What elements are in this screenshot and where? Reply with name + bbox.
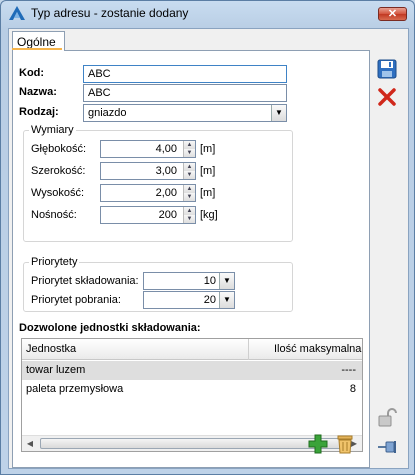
spin-down-icon[interactable]: ▼ bbox=[184, 193, 195, 201]
dialog-window: Typ adresu - zostanie dodany ✕ Kod: ABC … bbox=[0, 0, 415, 475]
spin-up-icon[interactable]: ▲ bbox=[184, 163, 195, 171]
rodzaj-value: gniazdo bbox=[88, 107, 127, 119]
wysokosc-field[interactable]: 2,00 ▲ ▼ bbox=[100, 184, 196, 202]
rodzaj-label: Rodzaj: bbox=[19, 106, 59, 118]
jednostki-title: Dozwolone jednostki składowania: bbox=[19, 322, 201, 334]
column-separator[interactable] bbox=[248, 339, 249, 360]
wysokosc-unit: [m] bbox=[200, 187, 216, 199]
chevron-down-icon[interactable]: ▼ bbox=[219, 292, 234, 308]
cell-ilosc: ---- bbox=[341, 364, 356, 376]
wymiary-title: Wymiary bbox=[29, 124, 76, 136]
priorytety-title: Priorytety bbox=[29, 256, 80, 268]
chevron-down-icon[interactable]: ▼ bbox=[271, 105, 286, 121]
chevron-down-icon[interactable]: ▼ bbox=[219, 273, 234, 289]
priorytet-skladowania-value: 10 bbox=[203, 275, 216, 287]
spin-down-icon[interactable]: ▼ bbox=[184, 171, 195, 179]
scroll-left-icon[interactable]: ◀ bbox=[22, 436, 38, 451]
cancel-icon bbox=[378, 88, 396, 106]
tab-page-general: Kod: ABC Nazwa: ABC Rodzaj: gniazdo ▼ Wy… bbox=[12, 50, 370, 468]
spin-up-icon[interactable]: ▲ bbox=[184, 185, 195, 193]
pin-icon bbox=[378, 441, 396, 453]
priorytet-pobrania-label: Priorytet pobrania: bbox=[31, 294, 121, 306]
scrollbar-thumb[interactable] bbox=[40, 438, 342, 449]
pin-button[interactable] bbox=[376, 436, 398, 458]
szerokosc-spinner[interactable]: ▲ ▼ bbox=[183, 163, 195, 179]
window-title: Typ adresu - zostanie dodany bbox=[31, 6, 189, 20]
priorytet-skladowania-label: Priorytet składowania: bbox=[31, 275, 139, 287]
szerokosc-unit: [m] bbox=[200, 165, 216, 177]
rodzaj-select[interactable]: gniazdo ▼ bbox=[83, 104, 287, 122]
spin-up-icon[interactable]: ▲ bbox=[184, 207, 195, 215]
cancel-button[interactable] bbox=[376, 86, 398, 108]
nosnosc-unit: [kg] bbox=[200, 209, 218, 221]
close-icon: ✕ bbox=[387, 8, 398, 20]
lock-button[interactable] bbox=[376, 407, 398, 429]
tab-ogolne-label: Ogólne bbox=[17, 35, 56, 49]
table-header: Jednostka Ilość maksymalna bbox=[22, 339, 362, 360]
kod-value: ABC bbox=[88, 68, 111, 80]
nosnosc-value: 200 bbox=[158, 209, 177, 221]
save-icon bbox=[377, 59, 397, 79]
wysokosc-label: Wysokość: bbox=[31, 187, 85, 199]
szerokosc-value: 3,00 bbox=[155, 165, 177, 177]
priorytet-skladowania-select[interactable]: 10 ▼ bbox=[143, 272, 235, 290]
close-button[interactable]: ✕ bbox=[378, 7, 407, 21]
nazwa-label: Nazwa: bbox=[19, 86, 57, 98]
column-header-ilosc[interactable]: Ilość maksymalna bbox=[274, 343, 361, 355]
client-area: Kod: ABC Nazwa: ABC Rodzaj: gniazdo ▼ Wy… bbox=[8, 28, 409, 469]
cell-ilosc: 8 bbox=[349, 383, 356, 395]
glebokosc-unit: [m] bbox=[200, 143, 216, 155]
priorytet-pobrania-select[interactable]: 20 ▼ bbox=[143, 291, 235, 309]
title-bar[interactable]: Typ adresu - zostanie dodany ✕ bbox=[1, 1, 414, 25]
kod-label: Kod: bbox=[19, 67, 45, 79]
add-icon bbox=[308, 434, 328, 454]
lock-icon bbox=[378, 408, 397, 427]
table-row[interactable]: paleta przemysłowa 8 bbox=[22, 380, 362, 399]
spin-up-icon[interactable]: ▲ bbox=[184, 141, 195, 149]
glebokosc-field[interactable]: 4,00 ▲ ▼ bbox=[100, 140, 196, 158]
cell-jednostka: towar luzem bbox=[26, 364, 86, 376]
spin-down-icon[interactable]: ▼ bbox=[184, 149, 195, 157]
nazwa-field[interactable]: ABC bbox=[83, 84, 287, 102]
nosnosc-label: Nośność: bbox=[31, 209, 77, 221]
szerokosc-field[interactable]: 3,00 ▲ ▼ bbox=[100, 162, 196, 180]
priorytet-pobrania-value: 20 bbox=[203, 294, 216, 306]
wysokosc-spinner[interactable]: ▲ ▼ bbox=[183, 185, 195, 201]
nosnosc-spinner[interactable]: ▲ ▼ bbox=[183, 207, 195, 223]
tab-active-indicator bbox=[12, 48, 62, 50]
delete-icon bbox=[337, 435, 353, 454]
nosnosc-field[interactable]: 200 ▲ ▼ bbox=[100, 206, 196, 224]
glebokosc-label: Głębokość: bbox=[31, 143, 87, 155]
add-button[interactable] bbox=[307, 433, 329, 455]
delete-button[interactable] bbox=[334, 433, 356, 455]
column-header-jednostka[interactable]: Jednostka bbox=[26, 343, 76, 355]
kod-field[interactable]: ABC bbox=[83, 65, 287, 83]
glebokosc-value: 4,00 bbox=[155, 143, 177, 155]
wysokosc-value: 2,00 bbox=[155, 187, 177, 199]
cell-jednostka: paleta przemysłowa bbox=[26, 383, 124, 395]
app-logo-icon bbox=[9, 6, 25, 20]
nazwa-value: ABC bbox=[88, 87, 111, 99]
save-button[interactable] bbox=[376, 58, 398, 80]
table-row[interactable]: towar luzem ---- bbox=[22, 361, 362, 380]
glebokosc-spinner[interactable]: ▲ ▼ bbox=[183, 141, 195, 157]
szerokosc-label: Szerokość: bbox=[31, 165, 86, 177]
spin-down-icon[interactable]: ▼ bbox=[184, 215, 195, 223]
